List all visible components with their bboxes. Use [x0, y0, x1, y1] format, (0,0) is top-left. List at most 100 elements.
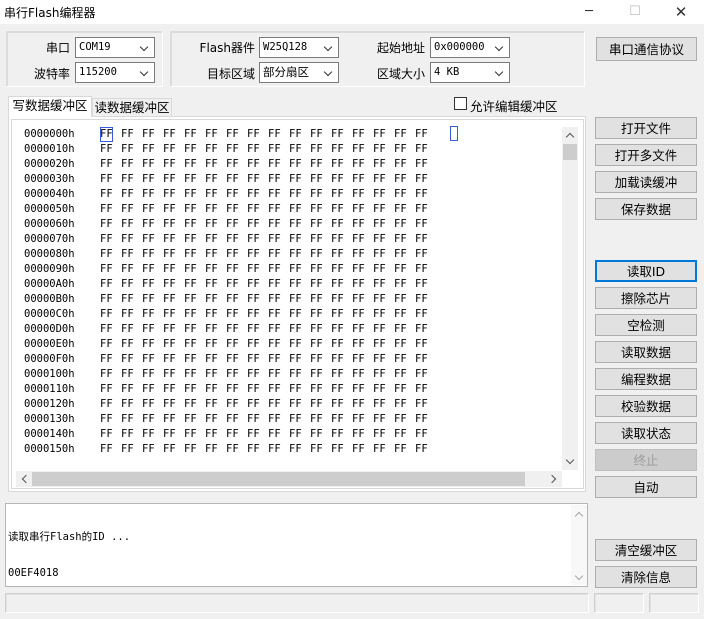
hex-byte[interactable]: FF	[226, 247, 239, 262]
hex-byte[interactable]: FF	[121, 202, 134, 217]
hex-byte[interactable]: FF	[373, 277, 386, 292]
hex-byte[interactable]: FF	[268, 382, 281, 397]
hex-byte[interactable]: FF	[205, 202, 218, 217]
hex-byte[interactable]: FF	[142, 442, 155, 457]
hex-byte[interactable]: FF	[205, 127, 218, 142]
hex-byte[interactable]: FF	[184, 442, 197, 457]
hex-byte[interactable]: FF	[100, 367, 113, 382]
hex-byte[interactable]: FF	[226, 157, 239, 172]
hex-byte[interactable]: FF	[226, 427, 239, 442]
hex-byte[interactable]: FF	[289, 412, 302, 427]
hex-byte[interactable]: FF	[100, 352, 113, 367]
hex-byte[interactable]: FF	[121, 262, 134, 277]
hex-byte[interactable]: FF	[289, 172, 302, 187]
hex-byte[interactable]: FF	[373, 307, 386, 322]
log-output[interactable]: 读取串行Flash的ID ... 00EF4018	[5, 503, 588, 587]
hex-byte[interactable]: FF	[205, 292, 218, 307]
hex-byte[interactable]: FF	[289, 442, 302, 457]
hex-byte[interactable]: FF	[226, 442, 239, 457]
hex-byte[interactable]: FF	[268, 322, 281, 337]
hex-byte[interactable]: FF	[289, 427, 302, 442]
hex-byte[interactable]: FF	[310, 172, 323, 187]
device-select[interactable]: W25Q128	[259, 37, 339, 58]
hex-byte[interactable]: FF	[205, 412, 218, 427]
hex-byte[interactable]: FF	[352, 172, 365, 187]
hex-byte[interactable]: FF	[121, 127, 134, 142]
hex-byte[interactable]: FF	[415, 427, 428, 442]
hex-byte[interactable]: FF	[352, 217, 365, 232]
hex-byte[interactable]: FF	[226, 337, 239, 352]
hex-byte[interactable]: FF	[394, 277, 407, 292]
hex-byte[interactable]: FF	[184, 217, 197, 232]
hex-byte[interactable]: FF	[373, 232, 386, 247]
hex-byte[interactable]: FF	[310, 427, 323, 442]
hex-byte[interactable]: FF	[310, 277, 323, 292]
hex-byte[interactable]: FF	[142, 382, 155, 397]
hex-byte[interactable]: FF	[289, 322, 302, 337]
open-file-button[interactable]: 打开文件	[595, 117, 697, 139]
hex-byte[interactable]: FF	[205, 262, 218, 277]
hex-byte[interactable]: FF	[310, 442, 323, 457]
hex-byte[interactable]: FF	[226, 412, 239, 427]
hex-byte[interactable]: FF	[100, 277, 113, 292]
auto-button[interactable]: 自动	[595, 476, 697, 498]
hex-byte[interactable]: FF	[142, 232, 155, 247]
hex-byte[interactable]: FF	[331, 202, 344, 217]
horizontal-scrollbar[interactable]	[16, 471, 562, 487]
hex-byte[interactable]: FF	[226, 232, 239, 247]
hex-byte[interactable]: FF	[205, 382, 218, 397]
hex-byte[interactable]: FF	[373, 142, 386, 157]
hex-byte[interactable]: FF	[331, 412, 344, 427]
hex-byte[interactable]: FF	[100, 307, 113, 322]
hex-byte[interactable]: FF	[310, 142, 323, 157]
hex-byte[interactable]: FF	[352, 202, 365, 217]
hex-byte[interactable]: FF	[268, 247, 281, 262]
hex-byte[interactable]: FF	[184, 262, 197, 277]
hex-byte[interactable]: FF	[352, 307, 365, 322]
blank-check-button[interactable]: 空检测	[595, 314, 697, 336]
hex-byte[interactable]: FF	[394, 232, 407, 247]
hex-byte[interactable]: FF	[394, 262, 407, 277]
hex-byte[interactable]: FF	[121, 382, 134, 397]
hex-byte[interactable]: FF	[331, 247, 344, 262]
hex-byte[interactable]: FF	[394, 202, 407, 217]
hex-byte[interactable]: FF	[268, 127, 281, 142]
hex-byte[interactable]: FF	[205, 247, 218, 262]
hex-byte[interactable]: FF	[289, 232, 302, 247]
hex-byte[interactable]: FF	[100, 247, 113, 262]
hex-byte[interactable]: FF	[331, 157, 344, 172]
hex-byte[interactable]: FF	[310, 157, 323, 172]
hex-byte[interactable]: FF	[226, 397, 239, 412]
hex-byte[interactable]: FF	[142, 307, 155, 322]
hex-byte[interactable]: FF	[247, 247, 260, 262]
hex-byte[interactable]: FF	[268, 202, 281, 217]
hex-byte[interactable]: FF	[184, 397, 197, 412]
hex-byte[interactable]: FF	[163, 142, 176, 157]
hex-byte[interactable]: FF	[247, 127, 260, 142]
hex-byte[interactable]: FF	[226, 127, 239, 142]
hex-byte[interactable]: FF	[415, 202, 428, 217]
hex-byte[interactable]: FF	[331, 397, 344, 412]
hex-byte[interactable]: FF	[394, 142, 407, 157]
hex-byte[interactable]: FF	[247, 202, 260, 217]
hex-byte[interactable]: FF	[142, 247, 155, 262]
hex-byte[interactable]: FF	[310, 307, 323, 322]
hex-byte[interactable]: FF	[184, 127, 197, 142]
target-select[interactable]: 部分扇区	[259, 62, 339, 83]
hex-byte[interactable]: FF	[100, 217, 113, 232]
hex-byte[interactable]: FF	[352, 322, 365, 337]
hex-byte[interactable]: FF	[226, 292, 239, 307]
hex-byte[interactable]: FF	[331, 352, 344, 367]
hex-byte[interactable]: FF	[289, 142, 302, 157]
save-data-button[interactable]: 保存数据	[595, 198, 697, 220]
hex-byte[interactable]: FF	[121, 367, 134, 382]
hex-byte[interactable]: FF	[226, 217, 239, 232]
horizontal-scroll-thumb[interactable]	[32, 472, 525, 486]
hex-byte[interactable]: FF	[310, 397, 323, 412]
maximize-icon[interactable]: ☐	[612, 0, 658, 24]
hex-byte[interactable]: FF	[331, 382, 344, 397]
hex-byte[interactable]: FF	[247, 322, 260, 337]
hex-byte[interactable]: FF	[373, 397, 386, 412]
hex-byte[interactable]: FF	[394, 382, 407, 397]
hex-byte[interactable]: FF	[184, 427, 197, 442]
